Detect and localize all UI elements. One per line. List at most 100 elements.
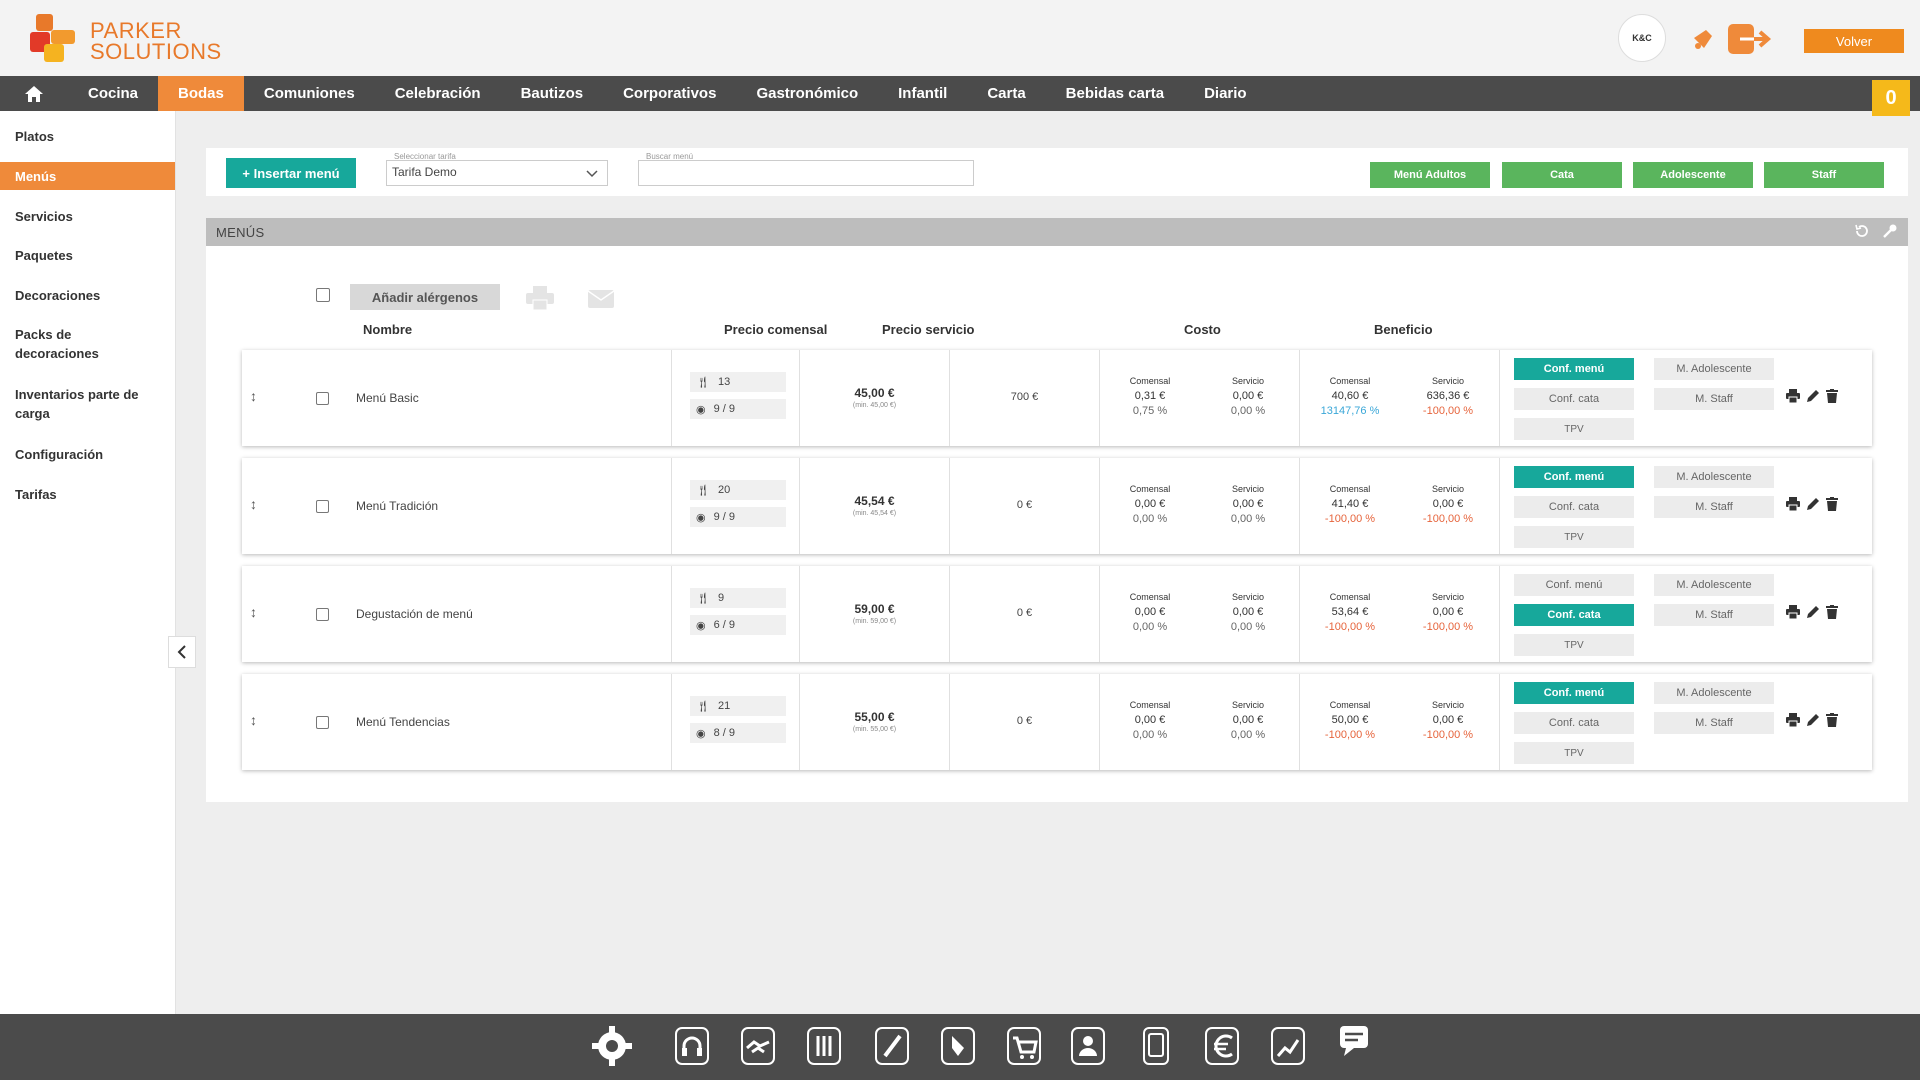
tpv-button[interactable]: TPV	[1514, 634, 1634, 656]
nav-gastronomico[interactable]: Gastronómico	[736, 76, 878, 111]
mobile-icon[interactable]	[1136, 1024, 1176, 1068]
nav-diario[interactable]: Diario	[1184, 76, 1267, 111]
sidebar-item-packs-decoraciones[interactable]: Packs de decoraciones	[0, 325, 130, 363]
handshake-icon[interactable]	[738, 1024, 778, 1068]
tpv-button[interactable]: TPV	[1514, 418, 1634, 440]
trash-icon[interactable]	[1826, 605, 1838, 619]
trash-icon[interactable]	[1826, 713, 1838, 727]
menu-name[interactable]: Menú Basic	[356, 391, 419, 405]
mail-icon[interactable]	[588, 290, 614, 308]
cart-icon[interactable]	[1004, 1024, 1044, 1068]
nav-celebracion[interactable]: Celebración	[375, 76, 501, 111]
sidebar-item-tarifas[interactable]: Tarifas	[0, 485, 175, 504]
conf-cata-button[interactable]: Conf. cata	[1514, 388, 1634, 410]
table-row[interactable]: ↕ Menú Basic 🍴︎ 13 ◉ 9 / 9 45,00 € (min. 4…	[242, 350, 1872, 446]
menu-name[interactable]: Degustación de menú	[356, 607, 473, 621]
nav-cocina[interactable]: Cocina	[68, 76, 158, 111]
back-button[interactable]: Volver	[1804, 29, 1904, 53]
contacts-icon[interactable]	[1068, 1024, 1108, 1068]
filter-menu-adultos-button[interactable]: Menú Adultos	[1370, 162, 1490, 188]
headset-icon[interactable]	[672, 1024, 712, 1068]
filter-adolescente-button[interactable]: Adolescente	[1633, 162, 1753, 188]
m-staff-button[interactable]: M. Staff	[1654, 712, 1774, 734]
nav-bebidas-carta[interactable]: Bebidas carta	[1046, 76, 1184, 111]
insert-menu-button[interactable]: + Insertar menú	[226, 158, 356, 188]
drag-handle-icon[interactable]: ↕	[250, 496, 257, 512]
conf-menu-button[interactable]: Conf. menú	[1514, 682, 1634, 704]
sidebar-item-platos[interactable]: Platos	[0, 127, 175, 146]
menu-name[interactable]: Menú Tendencias	[356, 715, 450, 729]
table-row[interactable]: ↕ Degustación de menú 🍴︎ 9 ◉ 6 / 9 59,00 €…	[242, 566, 1872, 662]
m-adolescente-button[interactable]: M. Adolescente	[1654, 358, 1774, 380]
conf-menu-button[interactable]: Conf. menú	[1514, 358, 1634, 380]
nav-carta[interactable]: Carta	[967, 76, 1045, 111]
m-staff-button[interactable]: M. Staff	[1654, 496, 1774, 518]
history-icon[interactable]	[1854, 223, 1870, 239]
m-adolescente-button[interactable]: M. Adolescente	[1654, 682, 1774, 704]
edit-pencil-icon[interactable]	[1806, 605, 1820, 619]
sidebar-item-decoraciones[interactable]: Decoraciones	[0, 286, 175, 305]
pen-icon[interactable]	[872, 1024, 912, 1068]
euro-icon[interactable]	[1202, 1024, 1242, 1068]
nav-bodas[interactable]: Bodas	[158, 76, 244, 111]
drag-handle-icon[interactable]: ↕	[250, 388, 257, 404]
sidebar-item-inventarios[interactable]: Inventarios parte de carga	[0, 385, 160, 423]
print-row-icon[interactable]	[1786, 713, 1800, 727]
notification-bell-icon[interactable]	[1690, 26, 1716, 52]
nav-comuniones[interactable]: Comuniones	[244, 76, 375, 111]
gear-icon[interactable]	[592, 1024, 632, 1068]
nav-bautizos[interactable]: Bautizos	[501, 76, 604, 111]
nav-home[interactable]	[0, 76, 68, 111]
select-all-checkbox[interactable]	[316, 288, 330, 302]
trash-icon[interactable]	[1826, 497, 1838, 511]
sidebar-item-paquetes[interactable]: Paquetes	[0, 246, 175, 265]
print-row-icon[interactable]	[1786, 389, 1800, 403]
row-checkbox[interactable]	[316, 608, 329, 621]
filter-staff-button[interactable]: Staff	[1764, 162, 1884, 188]
tpv-button[interactable]: TPV	[1514, 526, 1634, 548]
chat-icon[interactable]	[1334, 1024, 1374, 1068]
table-row[interactable]: ↕ Menú Tradición 🍴︎ 20 ◉ 9 / 9 45,54 € (mi…	[242, 458, 1872, 554]
edit-pencil-icon[interactable]	[1806, 497, 1820, 511]
sidebar-item-menus[interactable]: Menús	[0, 162, 175, 190]
cart-count-badge[interactable]: 0	[1872, 80, 1910, 116]
filter-cata-button[interactable]: Cata	[1502, 162, 1622, 188]
conf-cata-button[interactable]: Conf. cata	[1514, 496, 1634, 518]
sidebar-item-servicios[interactable]: Servicios	[0, 207, 175, 226]
row-checkbox[interactable]	[316, 500, 329, 513]
add-allergens-button[interactable]: Añadir alérgenos	[350, 284, 500, 310]
menu-name[interactable]: Menú Tradición	[356, 499, 438, 513]
parker-logo[interactable]: PARKER SOLUTIONS	[30, 14, 230, 64]
m-adolescente-button[interactable]: M. Adolescente	[1654, 466, 1774, 488]
sidebar-collapse-button[interactable]	[168, 636, 196, 668]
tarifa-select[interactable]: Tarifa Demo	[386, 160, 608, 186]
wrench-icon[interactable]	[1882, 223, 1898, 239]
avatar[interactable]: K&C	[1618, 14, 1666, 62]
conf-menu-button[interactable]: Conf. menú	[1514, 574, 1634, 596]
row-checkbox[interactable]	[316, 716, 329, 729]
edit-pencil-icon[interactable]	[1806, 389, 1820, 403]
print-row-icon[interactable]	[1786, 605, 1800, 619]
print-row-icon[interactable]	[1786, 497, 1800, 511]
drag-handle-icon[interactable]: ↕	[250, 712, 257, 728]
conf-cata-button[interactable]: Conf. cata	[1514, 604, 1634, 626]
menu-book-icon[interactable]	[804, 1024, 844, 1068]
edit-pencil-icon[interactable]	[1806, 713, 1820, 727]
nav-corporativos[interactable]: Corporativos	[603, 76, 736, 111]
nav-infantil[interactable]: Infantil	[878, 76, 967, 111]
m-adolescente-button[interactable]: M. Adolescente	[1654, 574, 1774, 596]
m-staff-button[interactable]: M. Staff	[1654, 604, 1774, 626]
search-menu-input[interactable]	[638, 160, 974, 186]
print-icon[interactable]	[526, 286, 554, 310]
logout-icon[interactable]	[1728, 22, 1772, 56]
tpv-button[interactable]: TPV	[1514, 742, 1634, 764]
drag-handle-icon[interactable]: ↕	[250, 604, 257, 620]
brush-icon[interactable]	[938, 1024, 978, 1068]
table-row[interactable]: ↕ Menú Tendencias 🍴︎ 21 ◉ 8 / 9 55,00 € (m…	[242, 674, 1872, 770]
m-staff-button[interactable]: M. Staff	[1654, 388, 1774, 410]
conf-menu-button[interactable]: Conf. menú	[1514, 466, 1634, 488]
row-checkbox[interactable]	[316, 392, 329, 405]
chart-icon[interactable]	[1268, 1024, 1308, 1068]
sidebar-item-configuracion[interactable]: Configuración	[0, 445, 175, 464]
conf-cata-button[interactable]: Conf. cata	[1514, 712, 1634, 734]
